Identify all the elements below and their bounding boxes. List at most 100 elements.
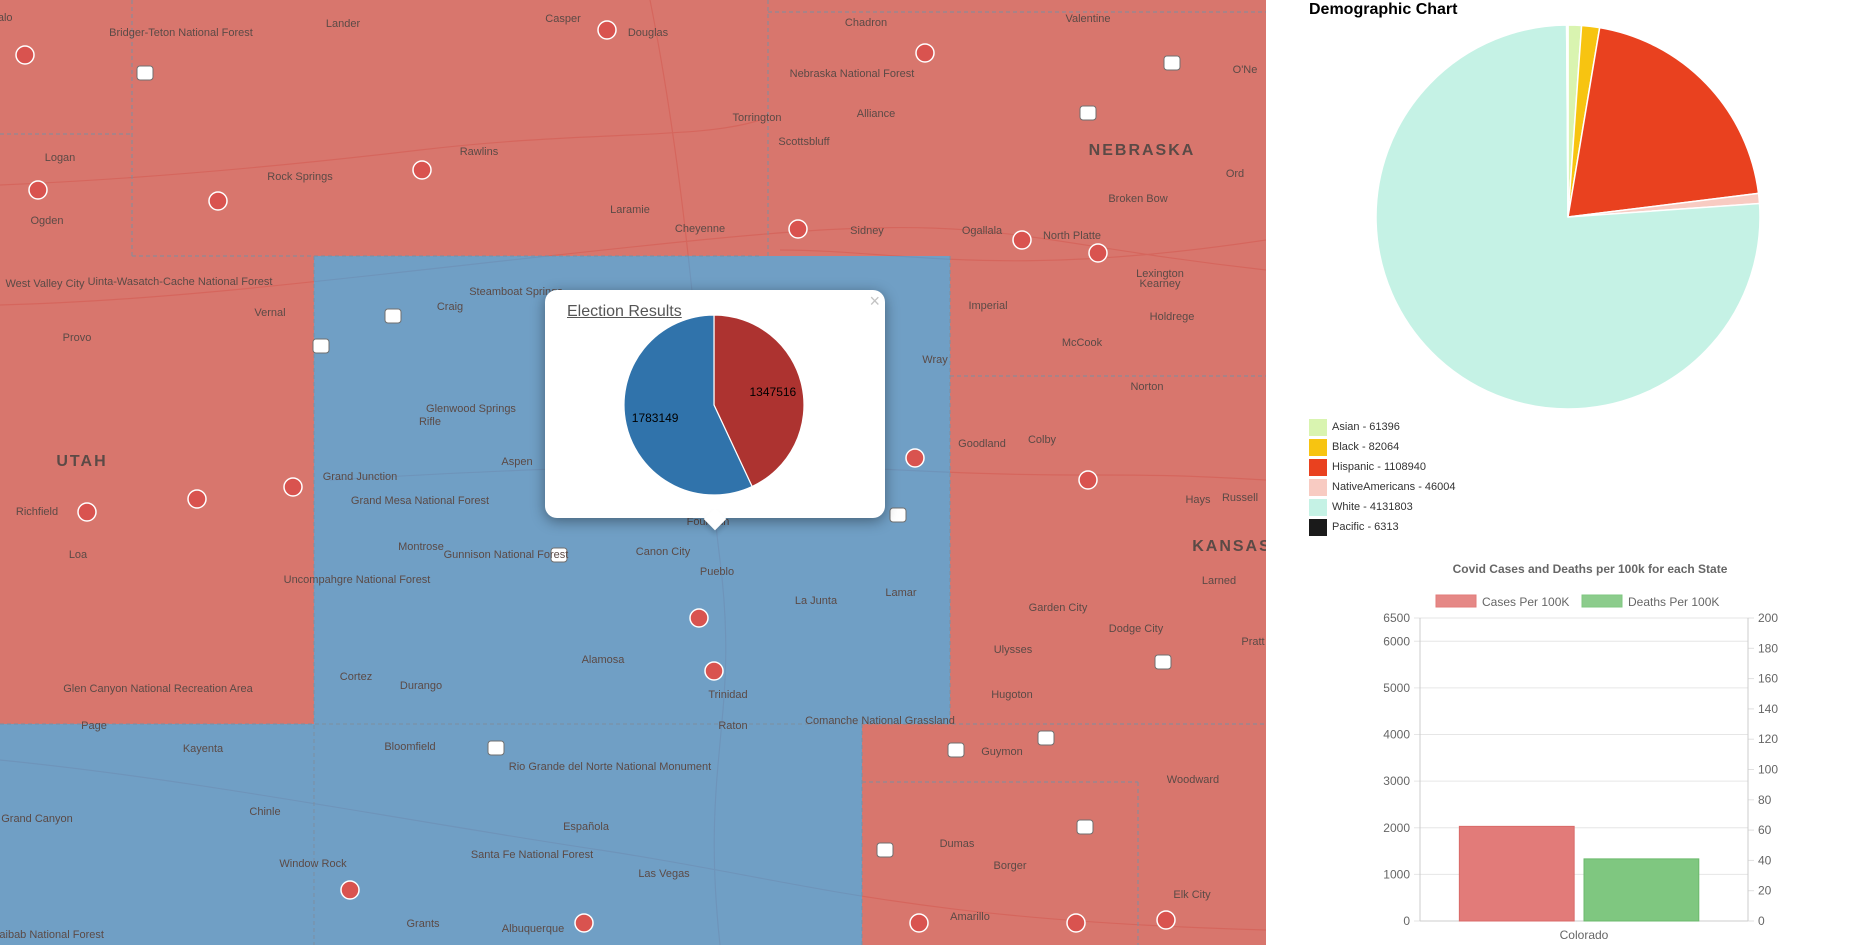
map-place-label: Lamar	[885, 587, 917, 599]
covid-right-tick-label: 200	[1758, 611, 1778, 625]
map-place-label: West Valley City	[5, 278, 85, 290]
map-place-label: Ogallala	[962, 225, 1003, 237]
legend-swatch	[1309, 459, 1327, 476]
map-place-label: Norton	[1130, 381, 1163, 393]
map-place-label: Rawlins	[460, 146, 499, 158]
map-place-label: KANSAS	[1192, 538, 1266, 555]
covid-left-tick-label: 1000	[1383, 867, 1410, 881]
demographic-pie-slice-hispanic[interactable]	[1567, 26, 1760, 218]
map-place-label: Pratt	[1241, 636, 1264, 648]
map-place-label: Ogden	[30, 215, 63, 227]
map-place-label: Etalo	[0, 12, 13, 24]
covid-chart-title: Covid Cases and Deaths per 100k for each…	[1453, 562, 1728, 576]
map-place-label: Douglas	[628, 27, 669, 39]
covid-right-tick-label: 120	[1758, 732, 1778, 746]
map-place-label: Grand Junction	[323, 471, 398, 483]
map-place-label: NEBRASKA	[1089, 142, 1196, 159]
map-place-label: Logan	[45, 152, 76, 164]
covid-bar-deaths[interactable]	[1583, 858, 1700, 922]
map-place-label: Grand Mesa National Forest	[351, 495, 489, 507]
map-place-label: Trinidad	[708, 689, 747, 701]
election-results-popup: × Election Results 1347516 1783149	[545, 290, 885, 531]
map-place-label: Albuquerque	[502, 923, 564, 935]
map-place-label: Canon City	[636, 546, 691, 558]
covid-right-tick-label: 100	[1758, 763, 1778, 777]
map-place-label: Durango	[400, 680, 442, 692]
map-place-label: Bloomfield	[384, 741, 435, 753]
map-place-label: Dumas	[940, 838, 975, 850]
map-place-label: Larned	[1202, 575, 1236, 587]
map-place-label: Grants	[406, 918, 440, 930]
covid-left-tick-label: 6000	[1383, 634, 1410, 648]
legend-swatch	[1309, 419, 1327, 436]
map-place-label: Cheyenne	[675, 223, 725, 235]
map-place-label: Borger	[993, 860, 1026, 872]
map-place-label: Chadron	[845, 17, 887, 29]
legend-label: White - 4131803	[1332, 501, 1413, 513]
covid-right-tick-label: 80	[1758, 793, 1772, 807]
map-place-label: Raton	[718, 720, 747, 732]
covid-legend-swatch[interactable]	[1435, 594, 1477, 608]
map-place-label: Nebraska National Forest	[790, 68, 915, 80]
map-place-label: Española	[563, 821, 610, 833]
map-place-label: Sidney	[850, 225, 884, 237]
map-place-label: Rifle	[419, 416, 441, 428]
map-place-label: Rio Grande del Norte National Monument	[509, 761, 711, 773]
map-place-label: Kayenta	[183, 743, 224, 755]
legend-label: Pacific - 6313	[1332, 521, 1399, 533]
map-place-label: Glenwood Springs	[426, 403, 516, 415]
map-place-label: Bridger-Teton National Forest	[109, 27, 253, 39]
map-place-label: Broken Bow	[1108, 193, 1167, 205]
map-place-label: Laramie	[610, 204, 650, 216]
map-place-label: Dodge City	[1109, 623, 1164, 635]
covid-right-tick-label: 40	[1758, 853, 1772, 867]
map-place-label: Imperial	[968, 300, 1007, 312]
map-place-label: Colby	[1028, 434, 1057, 446]
covid-left-tick-label: 5000	[1383, 681, 1410, 695]
map-place-label: Glen Canyon National Recreation Area	[63, 683, 253, 695]
map-place-label: Hugoton	[991, 689, 1033, 701]
map-place-label: Ord	[1226, 168, 1244, 180]
map-place-label: Pueblo	[700, 566, 734, 578]
legend-label: Asian - 61396	[1332, 421, 1400, 433]
map-place-label: Window Rock	[279, 858, 347, 870]
map-place-label: Casper	[545, 13, 581, 25]
map-place-label: Grand Canyon	[1, 813, 73, 825]
covid-legend-label[interactable]: Cases Per 100K	[1482, 595, 1569, 609]
map-place-label: Garden City	[1029, 602, 1088, 614]
legend-label: Hispanic - 1108940	[1332, 461, 1426, 473]
map-place-label: Loa	[69, 549, 88, 561]
covid-left-tick-label: 3000	[1383, 774, 1410, 788]
map-place-label: Amarillo	[950, 911, 990, 923]
demographic-pie-chart	[1375, 24, 1761, 410]
map-place-label: Chinle	[249, 806, 280, 818]
legend-label: Black - 82064	[1332, 441, 1400, 453]
covid-legend-label[interactable]: Deaths Per 100K	[1628, 595, 1719, 609]
legend-swatch	[1309, 479, 1327, 496]
covid-bar-cases[interactable]	[1458, 825, 1575, 922]
map-place-label: Montrose	[398, 541, 444, 553]
map-place-label: Ulysses	[994, 644, 1033, 656]
map-place-label: Rock Springs	[267, 171, 333, 183]
map-place-label: North Platte	[1043, 230, 1101, 242]
map-place-label: Wray	[922, 354, 948, 366]
covid-right-tick-label: 0	[1758, 914, 1765, 928]
map-place-label: Goodland	[958, 438, 1006, 450]
map-place-label: O'Ne	[1233, 64, 1258, 76]
map-place-label: Alliance	[857, 108, 896, 120]
map-place-label: La Junta	[795, 595, 838, 607]
map-place-label: Alamosa	[582, 654, 626, 666]
map-place-label: UTAH	[56, 453, 107, 470]
map-place-label: Richfield	[16, 506, 58, 518]
election-pie-value-label: 1783149	[632, 411, 679, 425]
covid-left-tick-label: 2000	[1383, 821, 1410, 835]
legend-swatch	[1309, 439, 1327, 456]
side-panel: Demographic Chart Asian - 61396 Black - 8…	[1266, 0, 1872, 945]
election-pie-value-label: 1347516	[750, 385, 797, 399]
map-place-label: Santa Fe National Forest	[471, 849, 593, 861]
covid-right-tick-label: 140	[1758, 702, 1778, 716]
map-place-label: Lexington	[1136, 268, 1184, 280]
covid-legend-swatch[interactable]	[1581, 594, 1623, 608]
map-place-label: Page	[81, 720, 107, 732]
map-place-label: Woodward	[1167, 774, 1219, 786]
